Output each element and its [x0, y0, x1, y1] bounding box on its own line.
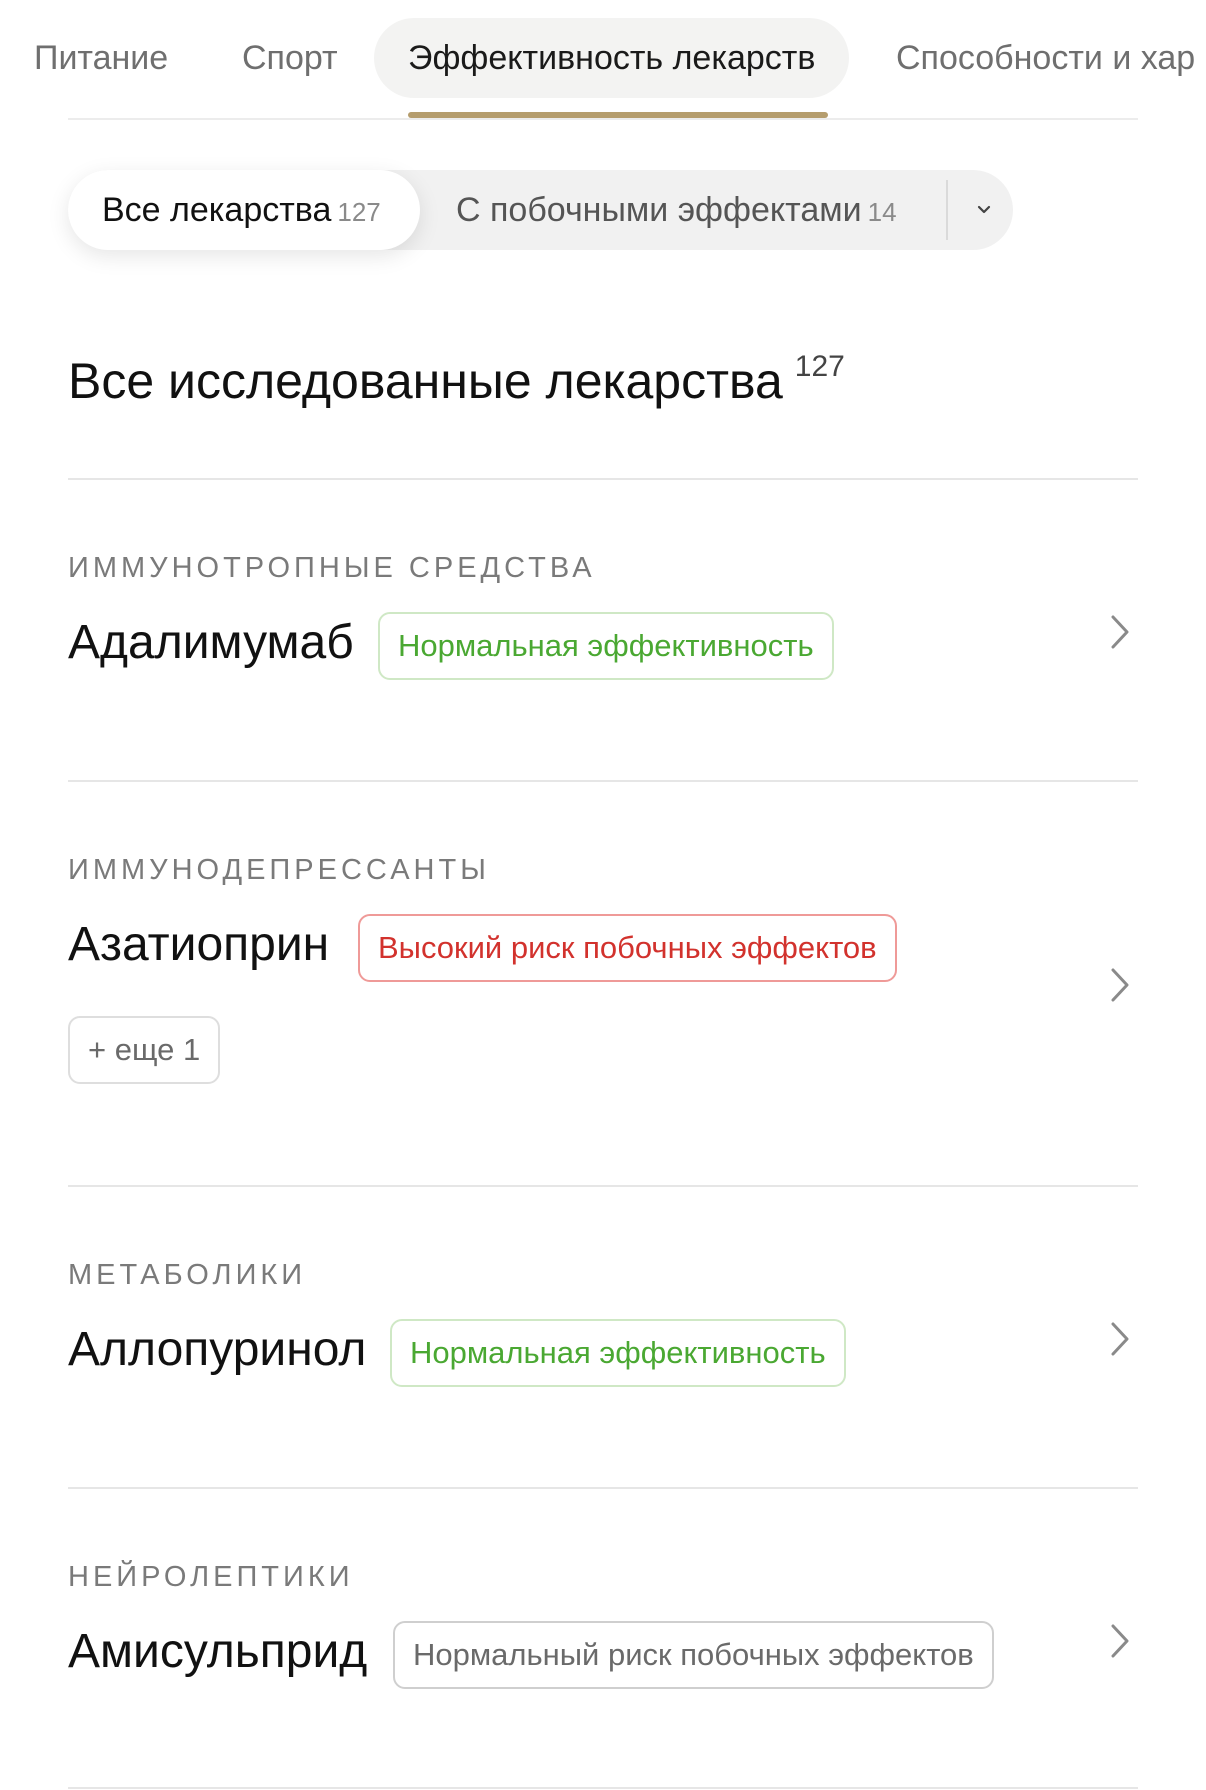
chevron-right-icon [1102, 1616, 1138, 1666]
segment-separator [946, 180, 948, 240]
chevron-right-icon [1102, 607, 1138, 657]
filter-all-count: 127 [337, 197, 381, 227]
drug-name: Адалимумаб [68, 616, 354, 669]
tab-nutrition[interactable]: Питание [2, 18, 200, 98]
row-divider [68, 1787, 1138, 1789]
chevron-right-icon [1102, 1314, 1138, 1364]
drug-category: ИММУНОДЕПРЕССАНТЫ [68, 854, 490, 886]
filter-side-effects[interactable]: С побочными эффектами 14 [456, 170, 897, 250]
drug-row[interactable]: ИММУНОДЕПРЕССАНТЫ Азатиоприн Высокий рис… [68, 782, 1138, 1187]
drug-status-badge: Нормальный риск побочных эффектов [393, 1621, 994, 1689]
chevron-right-icon [1102, 960, 1138, 1010]
section-count: 127 [794, 350, 845, 383]
filter-side-effects-count: 14 [867, 197, 897, 227]
tab-drug-efficacy[interactable]: Эффективность лекарств [374, 18, 850, 98]
filter-all-label: Все лекарства [102, 191, 332, 229]
tabs-divider [68, 118, 1138, 120]
section-title: Все исследованные лекарства 127 [68, 350, 845, 410]
section-title-text: Все исследованные лекарства [68, 353, 783, 409]
filter-side-effects-label: С побочными эффектами [456, 191, 862, 229]
drug-row[interactable]: МЕТАБОЛИКИ Аллопуринол Нормальная эффект… [68, 1187, 1138, 1489]
tab-abilities[interactable]: Способности и хар [864, 18, 1206, 98]
drug-category: МЕТАБОЛИКИ [68, 1259, 307, 1291]
drug-name: Амисульприд [68, 1625, 368, 1678]
filter-all-drugs[interactable]: Все лекарства 127 [68, 170, 420, 250]
drug-filter-segment: Все лекарства 127 С побочными эффектами 14 [68, 170, 1013, 250]
filter-dropdown-button[interactable] [954, 170, 1014, 250]
drug-category: ИММУНОТРОПНЫЕ СРЕДСТВА [68, 552, 596, 584]
category-tabs: Питание Спорт Эффективность лекарств Спо… [0, 0, 1206, 120]
drug-status-badge: Нормальная эффективность [378, 612, 834, 680]
drug-row[interactable]: ИММУНОТРОПНЫЕ СРЕДСТВА Адалимумаб Нормал… [68, 480, 1138, 782]
chevron-down-icon [977, 205, 991, 214]
more-badges-chip[interactable]: + еще 1 [68, 1016, 221, 1084]
drug-status-badge: Нормальная эффективность [390, 1319, 846, 1387]
drug-name: Азатиоприн [68, 918, 330, 971]
drug-category: НЕЙРОЛЕПТИКИ [68, 1561, 354, 1593]
drug-status-badge: Высокий риск побочных эффектов [358, 914, 897, 982]
drug-name: Аллопуринол [68, 1323, 367, 1376]
drug-row[interactable]: НЕЙРОЛЕПТИКИ Амисульприд Нормальный риск… [68, 1489, 1138, 1790]
tab-sport[interactable]: Спорт [210, 18, 370, 98]
